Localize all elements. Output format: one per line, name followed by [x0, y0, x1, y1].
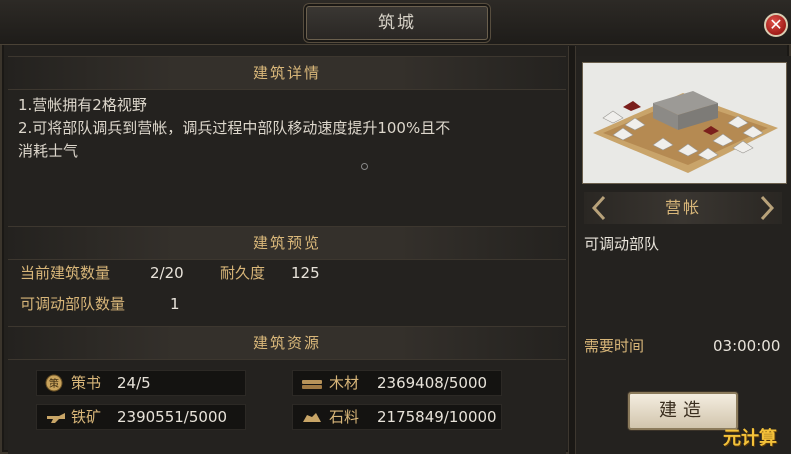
- watermark-logo: 元计算: [723, 428, 777, 449]
- time-label: 需要时间: [584, 337, 645, 355]
- resource-value: 2390551/5000: [117, 408, 228, 426]
- close-button[interactable]: ✕: [764, 13, 788, 37]
- detail-line-3: 消耗士气: [18, 142, 79, 160]
- resource-label: 木材: [329, 374, 360, 392]
- detail-line-2: 2.可将部队调兵到营帐，调兵过程中部队移动速度提升100%且不: [18, 119, 451, 137]
- svg-text:策: 策: [49, 377, 59, 390]
- title-bar: 筑城 ✕: [0, 0, 791, 45]
- resource-value: 24/5: [117, 374, 151, 392]
- building-selector: 营帐: [584, 192, 782, 224]
- dialog-title: 筑城: [378, 13, 416, 33]
- close-icon: ✕: [769, 15, 783, 34]
- camp-illustration: [593, 91, 778, 173]
- build-button[interactable]: 建造: [628, 392, 738, 430]
- resource-iron: 铁矿 2390551/5000: [36, 404, 246, 430]
- preview-title: 建筑预览: [252, 234, 321, 252]
- panel-divider: [568, 46, 576, 454]
- chevron-right-icon[interactable]: [758, 195, 776, 221]
- troops-label: 可调动部队数量: [20, 295, 126, 313]
- resource-book: 策 策书 24/5: [36, 370, 246, 396]
- time-value: 03:00:00: [713, 337, 781, 355]
- resource-value: 2369408/5000: [377, 374, 488, 392]
- preview-header: 建筑预览: [8, 226, 566, 260]
- left-panel: 建筑详情 1.营帐拥有2格视野 2.可将部队调兵到营帐，调兵过程中部队移动速度提…: [8, 56, 566, 454]
- detail-line-1: 1.营帐拥有2格视野: [18, 96, 147, 114]
- book-icon: 策: [45, 374, 63, 392]
- building-description: 可调动部队: [584, 235, 660, 253]
- title-plate: 筑城: [306, 6, 488, 40]
- resources-header: 建筑资源: [8, 326, 566, 360]
- resource-wood: 木材 2369408/5000: [292, 370, 502, 396]
- troops-value: 1: [170, 295, 180, 313]
- durability-value: 125: [291, 264, 320, 282]
- wood-icon: [302, 380, 322, 389]
- stone-icon: [303, 413, 321, 422]
- iron-icon: [47, 413, 65, 423]
- details-header: 建筑详情: [8, 56, 566, 90]
- resource-value: 2175849/10000: [377, 408, 497, 426]
- decorative-dot: [361, 163, 368, 170]
- resource-label: 石料: [329, 408, 360, 426]
- count-value: 2/20: [150, 264, 184, 282]
- resource-label: 铁矿: [71, 408, 102, 426]
- durability-label: 耐久度: [220, 264, 266, 282]
- resource-label: 策书: [71, 374, 102, 392]
- resources-title: 建筑资源: [252, 334, 321, 352]
- details-title: 建筑详情: [252, 64, 321, 82]
- count-label: 当前建筑数量: [20, 264, 111, 282]
- resource-stone: 石料 2175849/10000: [292, 404, 502, 430]
- building-preview-image: [582, 62, 787, 184]
- building-name: 营帐: [664, 198, 701, 217]
